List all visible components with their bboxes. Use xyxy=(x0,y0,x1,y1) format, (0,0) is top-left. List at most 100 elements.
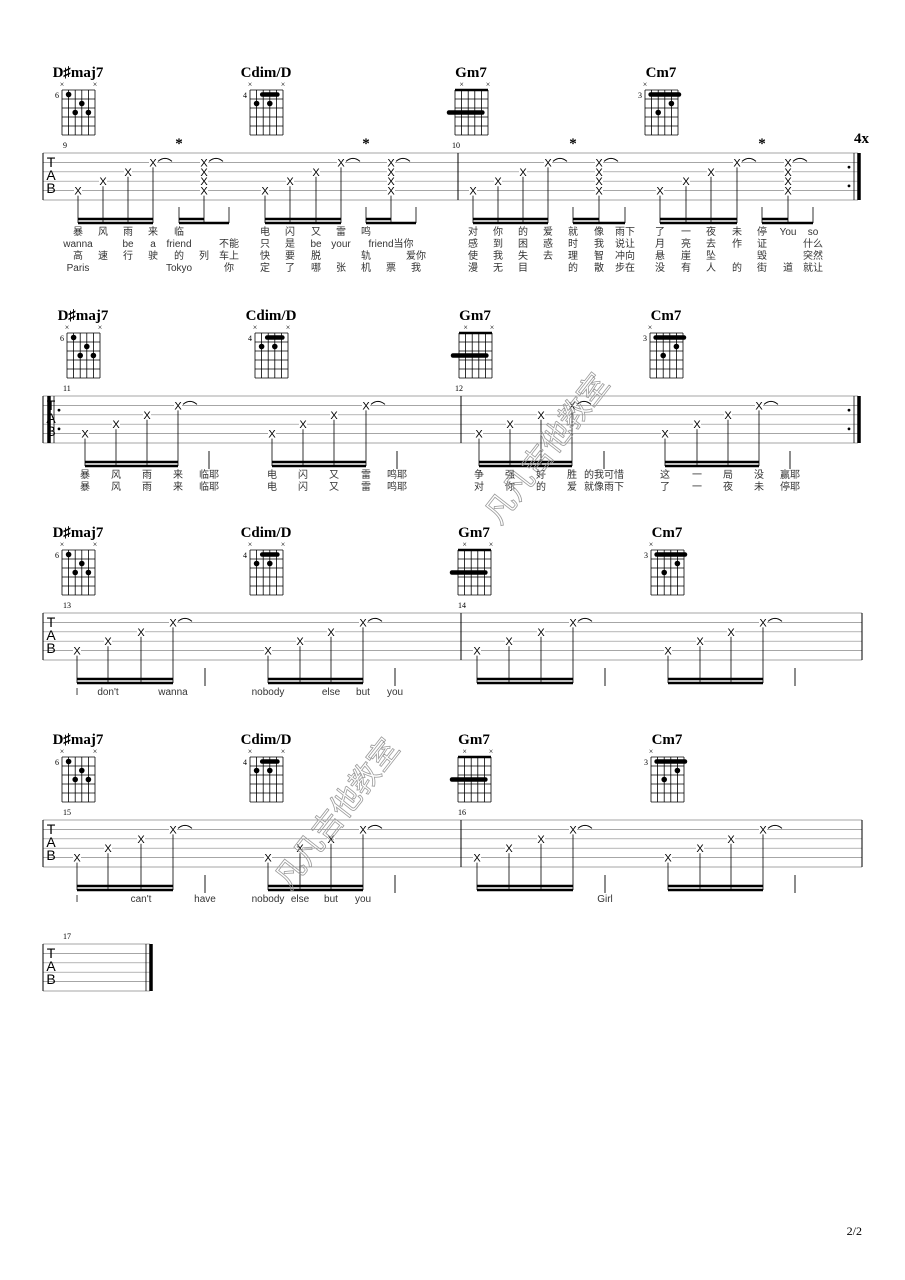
lyric-syllable: 电 xyxy=(267,468,277,481)
chord-diagram: Cdim/D4× × xyxy=(246,308,297,379)
mute-mark: × xyxy=(248,540,253,549)
lyric-syllable: 了 xyxy=(660,481,670,493)
lyric-syllable: 闪 xyxy=(298,468,308,481)
lyric-syllable: 爱你 xyxy=(406,249,426,262)
lyric-syllable: 理 xyxy=(568,250,578,262)
finger-dot xyxy=(85,109,92,116)
fret-number: 4 xyxy=(248,334,252,343)
finger-dot xyxy=(77,352,83,359)
tie xyxy=(367,824,383,829)
lyric-syllable: 风 xyxy=(98,226,108,238)
lyric-syllable: 停耶 xyxy=(780,480,800,493)
lyric-syllable: 到 xyxy=(493,238,503,250)
lyric-syllable: 我 xyxy=(594,238,604,250)
lyric-syllable: 时 xyxy=(568,238,578,250)
lyric-syllable: 雨 xyxy=(123,227,133,238)
system: TAB11XXXXXXXX暴风雨来临耶电闪又雷鸣耶暴风雨来临耶电闪又雷鸣耶12X… xyxy=(42,384,861,493)
lyric-syllable: wanna xyxy=(157,687,188,698)
mute-mark: × xyxy=(648,323,653,332)
chord-diagram: D♯maj76× × xyxy=(53,732,104,803)
finger-dot xyxy=(267,100,273,107)
tab-note: X xyxy=(784,157,792,169)
lyric-syllable: 街 xyxy=(757,261,767,274)
tie xyxy=(792,157,808,162)
lyric-syllable: 突然 xyxy=(803,249,823,262)
mute-mark: × xyxy=(93,747,98,756)
lyric-syllable: 驶 xyxy=(148,249,158,262)
lyric-syllable: 的 xyxy=(174,249,184,262)
system: TAB9XXXXXXXX*XXXXXXXX*暴风雨来临电闪又雷鸣wanna be a… xyxy=(42,131,870,274)
chord-diagram: Gm7× × xyxy=(449,525,493,596)
lyric-syllable: Paris xyxy=(67,263,90,274)
lyric-syllable: 雨下 xyxy=(615,227,635,238)
lyric-syllable: 一 xyxy=(681,227,691,238)
lyric-syllable: 是 xyxy=(285,238,295,250)
measure-number: 13 xyxy=(63,601,71,610)
chord-name: D♯maj7 xyxy=(53,525,104,541)
lyric-syllable: 张 xyxy=(336,262,346,274)
lyric-syllable: 你 xyxy=(493,225,503,238)
lyric-syllable: nobody xyxy=(252,687,285,698)
repeat-count: 4x xyxy=(854,131,870,147)
lyric-syllable: 的 xyxy=(568,261,578,274)
finger-dot xyxy=(85,569,92,576)
tab-clef: B xyxy=(46,640,55,656)
fret-number: 3 xyxy=(638,91,642,100)
lyric-syllable: 脱 xyxy=(311,249,321,262)
mute-mark: × xyxy=(490,323,495,332)
tie xyxy=(767,617,783,622)
lyric-syllable: You xyxy=(780,227,797,238)
lyric-syllable: 爱 xyxy=(543,225,553,238)
finger-dot xyxy=(655,109,661,116)
lyric-syllable: 未 xyxy=(754,481,764,493)
lyric-syllable: Girl xyxy=(597,894,613,905)
tie xyxy=(157,157,173,162)
lyric-syllable: 电 xyxy=(260,225,270,238)
mute-mark: × xyxy=(65,323,70,332)
repeat-dot xyxy=(847,408,851,412)
lyric-syllable: 速 xyxy=(98,250,108,262)
lyric-syllable: 一 xyxy=(692,482,702,493)
lyric-syllable: 雷 xyxy=(361,481,371,493)
mute-mark: × xyxy=(486,80,491,89)
lyric-syllable: 困 xyxy=(518,238,528,250)
lyric-syllable: 轨 xyxy=(361,249,371,262)
lyric-syllable: 作 xyxy=(732,238,742,250)
lyric-syllable: Tokyo xyxy=(166,263,193,274)
lyric-syllable: 胜 xyxy=(567,469,577,481)
tie xyxy=(577,617,593,622)
chord-diagram: Gm7× × xyxy=(446,65,491,136)
lyric-syllable: 来 xyxy=(173,481,183,493)
lyric-syllable: 我 xyxy=(493,250,503,262)
finger-dot xyxy=(79,560,85,567)
lyric-syllable: else xyxy=(322,687,341,698)
finger-dot xyxy=(673,343,680,350)
lyric-syllable: 临耶 xyxy=(199,468,219,481)
lyric-syllable: but xyxy=(324,894,338,905)
lyric-syllable: 使 xyxy=(468,249,478,262)
system: TAB17 xyxy=(42,932,153,992)
mute-mark: × xyxy=(643,80,648,89)
lyric-syllable: 有 xyxy=(681,261,691,274)
lyric-syllable: 鸣耶 xyxy=(387,468,407,481)
chord-diagram: Cm7 3× xyxy=(638,65,682,136)
mute-mark: × xyxy=(489,747,494,756)
tie xyxy=(741,157,757,162)
finger-dot xyxy=(253,767,260,774)
lyric-syllable: 的我可惜 xyxy=(584,468,624,481)
lyric-syllable: 哪 xyxy=(311,262,321,274)
chord-diagram: Cm7 3× xyxy=(643,308,687,379)
measure-number: 17 xyxy=(63,932,71,941)
mute-mark: × xyxy=(649,747,654,756)
watermark: 凡凡吉他教室 xyxy=(478,367,616,530)
finger-dot xyxy=(253,100,260,107)
lyric-syllable: nobody xyxy=(252,894,285,905)
lyric-syllable: 定 xyxy=(260,261,270,274)
finger-dot xyxy=(660,352,666,359)
lyric-syllable: 来 xyxy=(173,469,183,481)
tie xyxy=(177,617,193,622)
mute-mark: × xyxy=(253,323,258,332)
lyric-syllable: 没 xyxy=(754,469,764,481)
fret-number: 3 xyxy=(644,551,648,560)
lyric-syllable: 这 xyxy=(660,468,670,481)
